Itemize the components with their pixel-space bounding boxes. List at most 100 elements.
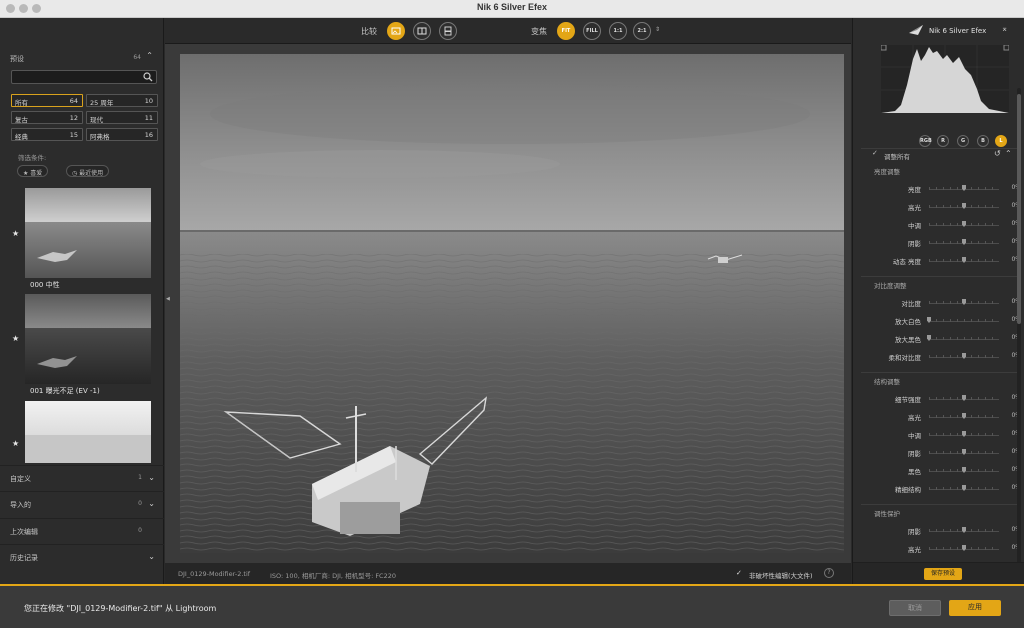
- scrollbar-thumb[interactable]: [1017, 94, 1021, 324]
- scrollbar[interactable]: [1017, 88, 1021, 568]
- slider-handle[interactable]: [962, 395, 966, 401]
- zoom-fit-button[interactable]: FIT: [557, 22, 575, 40]
- slider-row[interactable]: 中调0%: [853, 428, 1024, 440]
- section-custom[interactable]: 自定义 1 ⌄: [0, 465, 164, 491]
- slider-row[interactable]: 中调0%: [853, 218, 1024, 230]
- slider-row[interactable]: 亮度0%: [853, 182, 1024, 194]
- slider-row[interactable]: 对比度0%: [853, 296, 1024, 308]
- preset-filter-vintage[interactable]: 复古 12: [11, 111, 83, 124]
- adjust-all-checkbox[interactable]: ✓: [872, 149, 878, 157]
- preset-thumb-neutral[interactable]: [25, 188, 151, 278]
- preview-image[interactable]: [180, 54, 844, 553]
- side-by-side-icon: [444, 26, 452, 36]
- slider-row[interactable]: 动态 亮度0%: [853, 254, 1024, 266]
- preset-thumb-underexposed[interactable]: [25, 294, 151, 384]
- slider-row[interactable]: 精细结构0%: [853, 482, 1024, 494]
- slider-row[interactable]: 放大白色0%: [853, 314, 1024, 326]
- slider-handle[interactable]: [962, 203, 966, 209]
- section-history[interactable]: 历史记录 ⌄: [0, 544, 164, 570]
- slider-handle[interactable]: [962, 545, 966, 551]
- checkmark-icon[interactable]: ✓: [736, 569, 742, 577]
- save-preset-bar: 保存预设: [853, 562, 1024, 584]
- filter-favorite-button[interactable]: ★ 喜爱: [17, 165, 49, 177]
- section-imported[interactable]: 导入的 0 ⌄: [0, 491, 164, 517]
- zoom-2to1-button[interactable]: 2:1: [633, 22, 651, 40]
- preset-thumb-overexposed[interactable]: [25, 401, 151, 463]
- slider-label: 放大白色: [895, 318, 921, 326]
- image-icon: [391, 27, 401, 35]
- slider-label: 阴影: [908, 240, 921, 248]
- slider-label: 阴影: [908, 450, 921, 458]
- slider-label: 中调: [908, 432, 921, 440]
- favorite-star-icon[interactable]: ★: [12, 229, 19, 238]
- slider-row[interactable]: 阴影0%: [853, 446, 1024, 458]
- favorite-star-icon[interactable]: ★: [12, 334, 19, 343]
- chevron-up-icon[interactable]: ⌃: [1005, 149, 1012, 158]
- channel-l-button[interactable]: L: [995, 135, 1007, 147]
- slider-handle[interactable]: [962, 485, 966, 491]
- split-view-icon: [417, 27, 427, 35]
- apply-button[interactable]: 应用: [949, 600, 1001, 616]
- slider-handle[interactable]: [962, 449, 966, 455]
- zoom-fill-button[interactable]: FILL: [583, 22, 601, 40]
- slider-row[interactable]: 细节强度0%: [853, 392, 1024, 404]
- reset-icon[interactable]: ↺: [994, 149, 1001, 158]
- preset-filter-25th[interactable]: 25 周年 10: [86, 94, 158, 107]
- divider: [861, 372, 1021, 373]
- slider-row[interactable]: 阴影0%: [853, 236, 1024, 248]
- filter-label: 筛选条件:: [18, 154, 47, 162]
- preset-caption: 001 曝光不足 (EV -1): [30, 387, 100, 395]
- slider-row[interactable]: 黑色0%: [853, 464, 1024, 476]
- save-preset-button[interactable]: 保存预设: [924, 568, 962, 580]
- help-icon[interactable]: ?: [824, 568, 834, 578]
- slider-handle[interactable]: [962, 221, 966, 227]
- slider-label: 精细结构: [895, 486, 921, 494]
- preset-filter-afg[interactable]: 阿弗格 16: [86, 128, 158, 141]
- collapse-panel-icon[interactable]: ⌅: [1001, 24, 1008, 33]
- slider-row[interactable]: 高光0%: [853, 200, 1024, 212]
- slider-label: 对比度: [901, 300, 922, 308]
- slider-track[interactable]: [929, 337, 999, 340]
- slider-track[interactable]: [929, 319, 999, 322]
- slider-handle[interactable]: [962, 413, 966, 419]
- slider-handle[interactable]: [962, 527, 966, 533]
- slider-handle[interactable]: [962, 353, 966, 359]
- slider-label: 黑色: [908, 468, 921, 476]
- favorite-star-icon[interactable]: ★: [12, 439, 19, 448]
- compare-label: 比较: [361, 27, 377, 36]
- slider-handle[interactable]: [962, 239, 966, 245]
- slider-handle[interactable]: [927, 335, 931, 341]
- channel-r-button[interactable]: R: [937, 135, 949, 147]
- slider-handle[interactable]: [962, 431, 966, 437]
- collapse-left-panel-icon[interactable]: ◀: [166, 296, 170, 302]
- channel-b-button[interactable]: B: [977, 135, 989, 147]
- slider-handle[interactable]: [962, 257, 966, 263]
- slider-row[interactable]: 阴影0%: [853, 524, 1024, 536]
- chevron-up-icon[interactable]: ⌃: [146, 51, 153, 60]
- slider-row[interactable]: 放大黑色0%: [853, 332, 1024, 344]
- slider-label: 高光: [908, 546, 921, 554]
- slider-handle[interactable]: [962, 299, 966, 305]
- split-view-button[interactable]: [413, 22, 431, 40]
- filter-recent-button[interactable]: ◷ 最近使用: [66, 165, 110, 177]
- single-view-button[interactable]: [387, 22, 405, 40]
- slider-handle[interactable]: [962, 185, 966, 191]
- zoom-stepper-icon[interactable]: ⇕: [655, 26, 660, 33]
- cancel-button[interactable]: 取消: [889, 600, 941, 616]
- presets-heading: 预设: [10, 55, 24, 63]
- slider-row[interactable]: 高光0%: [853, 542, 1024, 554]
- zoom-1to1-button[interactable]: 1:1: [609, 22, 627, 40]
- slider-handle[interactable]: [962, 467, 966, 473]
- slider-row[interactable]: 柔和对比度0%: [853, 350, 1024, 362]
- preset-filter-classic[interactable]: 经典 15: [11, 128, 83, 141]
- group-title: 调性保护: [874, 510, 900, 518]
- preset-filter-all[interactable]: 所有 64: [11, 94, 83, 107]
- side-by-side-button[interactable]: [439, 22, 457, 40]
- preset-search-input[interactable]: [11, 70, 157, 84]
- preset-filter-modern[interactable]: 现代 11: [86, 111, 158, 124]
- slider-handle[interactable]: [927, 317, 931, 323]
- section-last-edit[interactable]: 上次编辑 0: [0, 518, 164, 544]
- slider-row[interactable]: 高光0%: [853, 410, 1024, 422]
- channel-rgb-button[interactable]: RGB: [919, 135, 932, 147]
- channel-g-button[interactable]: G: [957, 135, 969, 147]
